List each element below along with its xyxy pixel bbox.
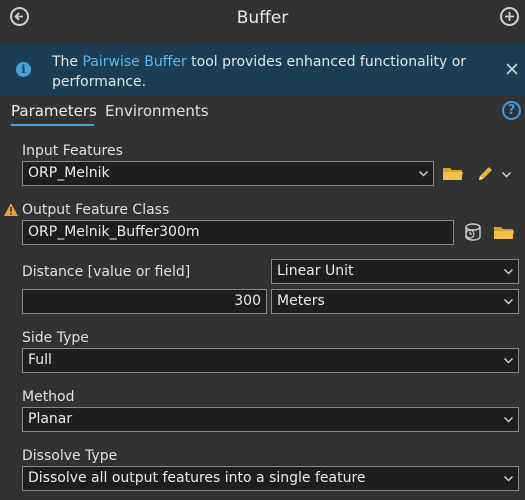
distance-label: Distance [value or field] <box>22 264 191 280</box>
output-feature-class-input[interactable]: ORP_Melnik_Buffer300m <box>22 220 454 245</box>
active-tab-indicator <box>11 124 94 126</box>
close-icon[interactable] <box>505 62 519 76</box>
side-type-value: Full <box>28 352 52 368</box>
title-bar: Buffer <box>0 0 525 38</box>
info-banner: i The Pairwise Buffer tool provides enha… <box>0 43 525 95</box>
info-prefix: The <box>52 54 83 70</box>
side-type-label: Side Type <box>22 330 89 346</box>
add-icon <box>505 12 514 21</box>
dissolve-type-label: Dissolve Type <box>22 448 118 464</box>
distance-type-value: Linear Unit <box>277 263 354 279</box>
output-feature-class-value: ORP_Melnik_Buffer300m <box>28 224 200 240</box>
tab-bar: Parameters Environments <box>0 100 525 126</box>
chevron-down-icon <box>503 268 514 275</box>
info-message: The Pairwise Buffer tool provides enhanc… <box>52 52 472 92</box>
folder-icon[interactable] <box>442 165 464 182</box>
chevron-down-icon <box>418 170 429 177</box>
chevron-down-icon <box>503 298 514 305</box>
side-type-dropdown[interactable]: Full <box>22 348 519 373</box>
database-icon[interactable] <box>462 222 484 244</box>
method-value: Planar <box>28 411 73 427</box>
method-dropdown[interactable]: Planar <box>22 407 519 432</box>
tab-environments[interactable]: Environments <box>105 102 209 120</box>
input-features-dropdown[interactable]: ORP_Melnik <box>22 161 434 186</box>
info-icon: i <box>16 62 31 77</box>
distance-unit-dropdown[interactable]: Meters <box>271 289 519 314</box>
add-button[interactable] <box>500 7 519 26</box>
dissolve-type-value: Dissolve all output features into a sing… <box>28 470 366 486</box>
method-label: Method <box>22 389 75 405</box>
window-title: Buffer <box>236 8 289 28</box>
input-features-value: ORP_Melnik <box>28 165 110 181</box>
dissolve-type-dropdown[interactable]: Dissolve all output features into a sing… <box>22 466 519 491</box>
chevron-down-icon <box>503 475 514 482</box>
chevron-down-icon <box>503 416 514 423</box>
pairwise-buffer-link[interactable]: Pairwise Buffer <box>83 54 187 70</box>
distance-unit-value: Meters <box>277 293 325 309</box>
output-feature-class-label: Output Feature Class <box>22 202 170 218</box>
chevron-down-icon <box>503 357 514 364</box>
pencil-icon[interactable] <box>476 165 496 183</box>
input-features-label: Input Features <box>22 143 123 159</box>
folder-icon[interactable] <box>493 224 515 241</box>
chevron-down-icon[interactable] <box>501 169 512 180</box>
distance-type-dropdown[interactable]: Linear Unit <box>271 259 519 284</box>
distance-value-input[interactable]: 300 <box>22 289 267 314</box>
warning-icon <box>4 203 18 216</box>
help-icon[interactable]: ? <box>502 101 521 120</box>
tab-parameters[interactable]: Parameters <box>11 102 97 120</box>
